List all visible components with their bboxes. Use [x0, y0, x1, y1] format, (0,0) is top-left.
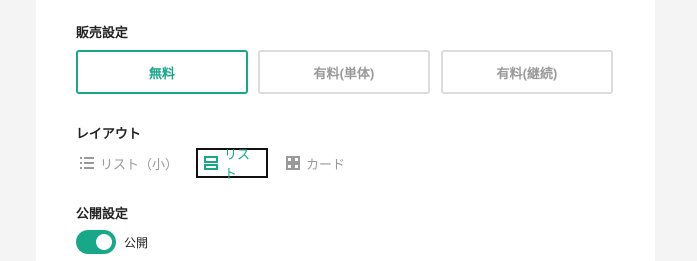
publish-toggle[interactable]	[76, 230, 116, 254]
publish-toggle-label: 公開	[124, 236, 149, 250]
layout-title: レイアウト	[76, 127, 142, 142]
grid-icon	[286, 156, 300, 170]
layout-option-list-small-label: リスト（小）	[100, 157, 179, 173]
price-option-subscription[interactable]: 有料(継続)	[441, 50, 613, 94]
layout-option-card[interactable]: カード	[286, 148, 345, 178]
price-option-subscription-label: 有料(継続)	[496, 65, 558, 81]
price-option-free[interactable]: 無料	[76, 50, 248, 94]
visibility-title: 公開設定	[76, 207, 129, 222]
list-icon	[204, 156, 218, 170]
list-small-icon	[80, 156, 94, 170]
price-option-single[interactable]: 有料(単体)	[258, 50, 430, 94]
price-option-free-label: 無料	[148, 65, 175, 81]
toggle-knob	[96, 234, 112, 250]
layout-option-list[interactable]: リスト	[196, 148, 268, 182]
price-option-single-label: 有料(単体)	[313, 65, 375, 81]
layout-option-list-small[interactable]: リスト（小）	[80, 148, 178, 178]
layout-option-list-label: リスト	[224, 148, 251, 182]
sales-settings-title: 販売設定	[76, 26, 129, 41]
layout-option-card-label: カード	[306, 157, 346, 173]
